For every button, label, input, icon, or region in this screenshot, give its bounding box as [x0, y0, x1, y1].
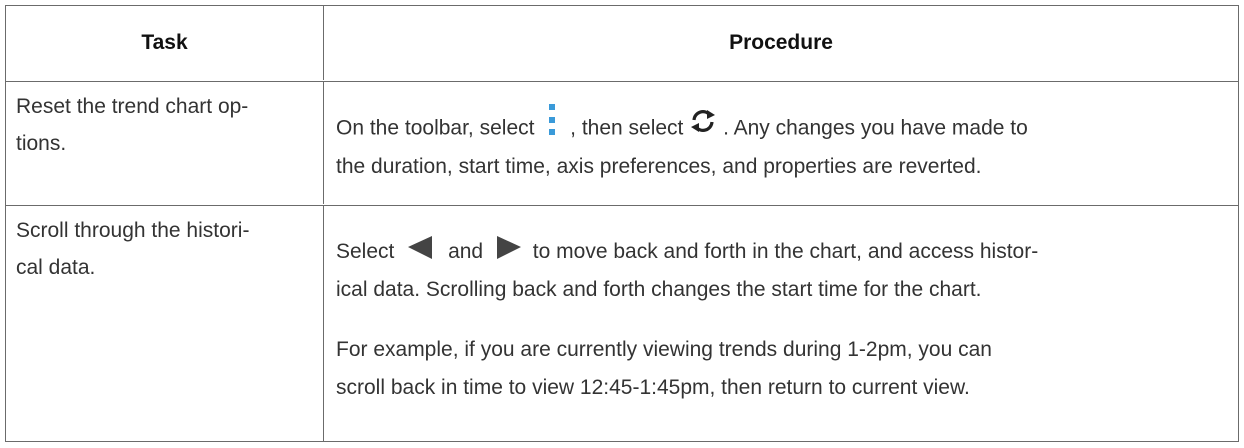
procedure-line: the duration, start time, axis preferenc… — [336, 155, 982, 178]
refresh-icon — [689, 107, 717, 135]
procedure-line: On the toolbar, select , then select . A… — [336, 104, 1028, 149]
procedure-line: ical data. Scrolling back and forth chan… — [336, 278, 982, 301]
table-row: Reset the trend chart op- tions. On the … — [6, 82, 1238, 206]
procedure-table: Task Procedure Reset the trend chart op-… — [5, 5, 1239, 442]
vertical-ellipsis-menu-icon — [540, 103, 564, 143]
scroll-right-arrow-icon — [491, 233, 525, 263]
task-cell: Reset the trend chart op- tions. — [6, 82, 323, 204]
task-line: Reset the trend chart op- — [16, 95, 249, 118]
procedure-line: For example, if you are currently viewin… — [336, 338, 992, 361]
scroll-left-arrow-icon — [404, 233, 438, 263]
procedure-line: scroll back in time to view 12:45-1:45pm… — [336, 376, 970, 399]
table-row: Scroll through the histori- cal data. Se… — [6, 206, 1238, 441]
task-line: cal data. — [16, 256, 96, 279]
procedure-cell: Select and to move back and forth in the… — [323, 206, 1238, 441]
task-line: Scroll through the histori- — [16, 219, 250, 242]
header-task: Task — [141, 31, 188, 54]
procedure-cell: On the toolbar, select , then select . A… — [323, 82, 1238, 204]
procedure-line: Select and to move back and forth in the… — [336, 233, 1038, 270]
header-procedure: Procedure — [323, 6, 1238, 80]
table-header-row: Task Procedure — [6, 6, 1238, 82]
task-line: tions. — [16, 132, 67, 155]
task-cell: Scroll through the histori- cal data. — [6, 206, 323, 441]
